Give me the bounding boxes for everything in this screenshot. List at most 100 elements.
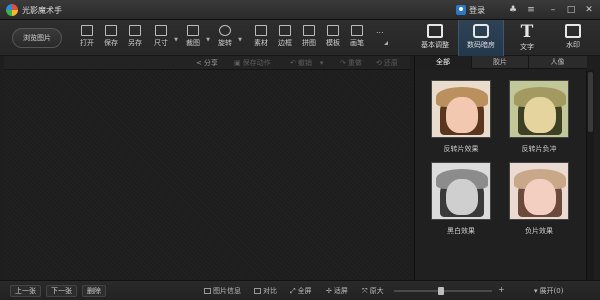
close-icon[interactable]: ✕	[582, 4, 596, 16]
effects-panel: 全部 胶片 人像 反转片效果 反转片负冲 黑白效果 负片效果	[414, 56, 587, 280]
zoom-in-icon[interactable]: +	[498, 285, 505, 294]
zoom-slider-knob[interactable]	[438, 287, 444, 295]
expand-toolbar-icon[interactable]	[384, 41, 388, 45]
crop-dropdown-icon[interactable]: ▼	[206, 37, 210, 43]
skin-icon[interactable]: ♣	[506, 4, 520, 16]
rotate-dropdown-icon[interactable]: ▼	[238, 37, 242, 43]
brush-button[interactable]: 画笔	[344, 25, 370, 53]
restore-button[interactable]: ⟲ 还原	[376, 57, 398, 69]
original-size-button[interactable]: ⤧ 原大	[362, 285, 384, 297]
text-icon: T	[520, 22, 534, 42]
image-info-label: 图片信息	[213, 287, 241, 295]
effect-negative-preview	[509, 162, 569, 220]
app-logo-icon	[6, 4, 18, 16]
effect-reversal-preview	[431, 80, 491, 138]
image-canvas[interactable]	[4, 70, 410, 280]
fullscreen-icon: ⤢	[290, 287, 296, 295]
compare-button[interactable]: 对比	[254, 285, 277, 297]
redo-icon: ↷	[340, 59, 346, 67]
fullscreen-label: 全屏	[297, 287, 312, 295]
basic-adjust-icon	[427, 24, 443, 38]
redo-button[interactable]: ↷ 重做	[340, 57, 362, 69]
border-label: 边框	[278, 39, 292, 47]
restore-icon: ⟲	[376, 59, 382, 67]
rotate-icon	[219, 25, 231, 36]
redo-label: 重做	[347, 59, 362, 67]
title-bar: 光影魔术手 登录 ♣ ≡ – □ ✕	[0, 0, 600, 20]
tab-darkroom-label: 数码暗房	[467, 41, 495, 49]
open-label: 打开	[80, 39, 94, 47]
zoom-slider[interactable]	[394, 287, 492, 295]
effect-negative[interactable]: 负片效果	[509, 162, 569, 236]
material-button[interactable]: 素材	[248, 25, 274, 53]
resize-button[interactable]: 尺寸 ▼	[148, 25, 178, 53]
image-info-button[interactable]: 图片信息	[204, 285, 241, 297]
save-button[interactable]: 保存	[98, 25, 124, 53]
tab-darkroom[interactable]: 数码暗房	[458, 20, 504, 56]
browse-images-button[interactable]: 浏览图片	[12, 28, 62, 48]
share-button[interactable]: < 分享	[196, 57, 218, 69]
effect-reversal[interactable]: 反转片效果	[431, 80, 491, 154]
brush-label: 画笔	[350, 39, 364, 47]
delete-button[interactable]: 删除	[82, 285, 106, 297]
expand-button[interactable]: ▾ 展开(0)	[534, 285, 563, 297]
crop-button[interactable]: 裁图 ▼	[180, 25, 210, 53]
tab-film[interactable]: 胶片	[472, 56, 529, 69]
expand-label: 展开(0)	[539, 287, 564, 295]
puzzle-button[interactable]: 拼图	[296, 25, 322, 53]
save-as-button[interactable]: 另存	[122, 25, 148, 53]
undo-dropdown-icon[interactable]: ▾	[320, 57, 324, 69]
template-label: 模板	[326, 39, 340, 47]
tab-text[interactable]: T 文字	[504, 20, 550, 56]
fullscreen-button[interactable]: ⤢ 全屏	[290, 285, 312, 297]
effect-reversal-negative-label: 反转片负冲	[521, 145, 557, 153]
status-bar: 上一张 下一张 删除 图片信息 对比 ⤢ 全屏 ✢ 适屏 ⤧ 原大 + ▾ 展开…	[0, 280, 600, 300]
effect-reversal-label: 反转片效果	[443, 145, 479, 153]
more-tools-button[interactable]: ...	[376, 26, 384, 35]
share-icon: <	[196, 59, 202, 67]
material-icon	[255, 25, 267, 36]
login-button[interactable]: 登录	[456, 3, 498, 17]
save-label: 保存	[104, 39, 118, 47]
border-button[interactable]: 边框	[272, 25, 298, 53]
tab-all[interactable]: 全部	[415, 56, 472, 69]
next-image-button[interactable]: 下一张	[46, 285, 77, 297]
effect-black-white[interactable]: 黑白效果	[431, 162, 491, 236]
rotate-label: 旋转	[218, 39, 232, 47]
compare-label: 对比	[263, 287, 277, 295]
border-icon	[279, 25, 291, 36]
minimize-icon[interactable]: –	[546, 4, 560, 16]
save-as-icon	[129, 25, 141, 36]
watermark-icon	[565, 24, 581, 38]
fit-screen-label: 适屏	[333, 287, 348, 295]
fit-screen-icon: ✢	[326, 287, 332, 295]
share-label: 分享	[203, 59, 218, 67]
undo-icon: ↶	[290, 59, 296, 67]
app-window: 光影魔术手 登录 ♣ ≡ – □ ✕ 浏览图片 打开 保存 另存 尺寸 ▼ 裁图…	[0, 0, 600, 300]
undo-button[interactable]: ↶ 撤销 ▾	[290, 57, 323, 69]
rotate-button[interactable]: 旋转 ▼	[212, 25, 242, 53]
menu-icon[interactable]: ≡	[524, 4, 538, 16]
maximize-icon[interactable]: □	[564, 4, 578, 16]
tab-watermark[interactable]: 水印	[550, 20, 596, 56]
puzzle-label: 拼图	[302, 39, 316, 47]
app-title: 光影魔术手	[22, 6, 62, 15]
open-button[interactable]: 打开	[74, 25, 100, 53]
resize-dropdown-icon[interactable]: ▼	[174, 37, 178, 43]
effects-tabs: 全部 胶片 人像	[415, 56, 587, 69]
effect-negative-label: 负片效果	[525, 227, 553, 235]
fit-screen-button[interactable]: ✢ 适屏	[326, 285, 348, 297]
effects-scrollbar[interactable]	[586, 70, 594, 280]
canvas-action-bar: < 分享 ▣ 保存动作 ↶ 撤销 ▾ ↷ 重做 ⟲ 还原	[4, 56, 410, 70]
crop-label: 裁图	[186, 39, 200, 47]
tab-basic-adjust[interactable]: 基本调整	[412, 20, 458, 56]
save-action-button[interactable]: ▣ 保存动作	[234, 57, 271, 69]
prev-image-button[interactable]: 上一张	[10, 285, 41, 297]
user-icon	[456, 5, 466, 15]
template-icon	[327, 25, 339, 36]
effect-black-white-preview	[431, 162, 491, 220]
template-button[interactable]: 模板	[320, 25, 346, 53]
tab-portrait[interactable]: 人像	[529, 56, 586, 69]
effects-scrollbar-thumb[interactable]	[588, 72, 593, 132]
effect-reversal-negative[interactable]: 反转片负冲	[509, 80, 569, 154]
